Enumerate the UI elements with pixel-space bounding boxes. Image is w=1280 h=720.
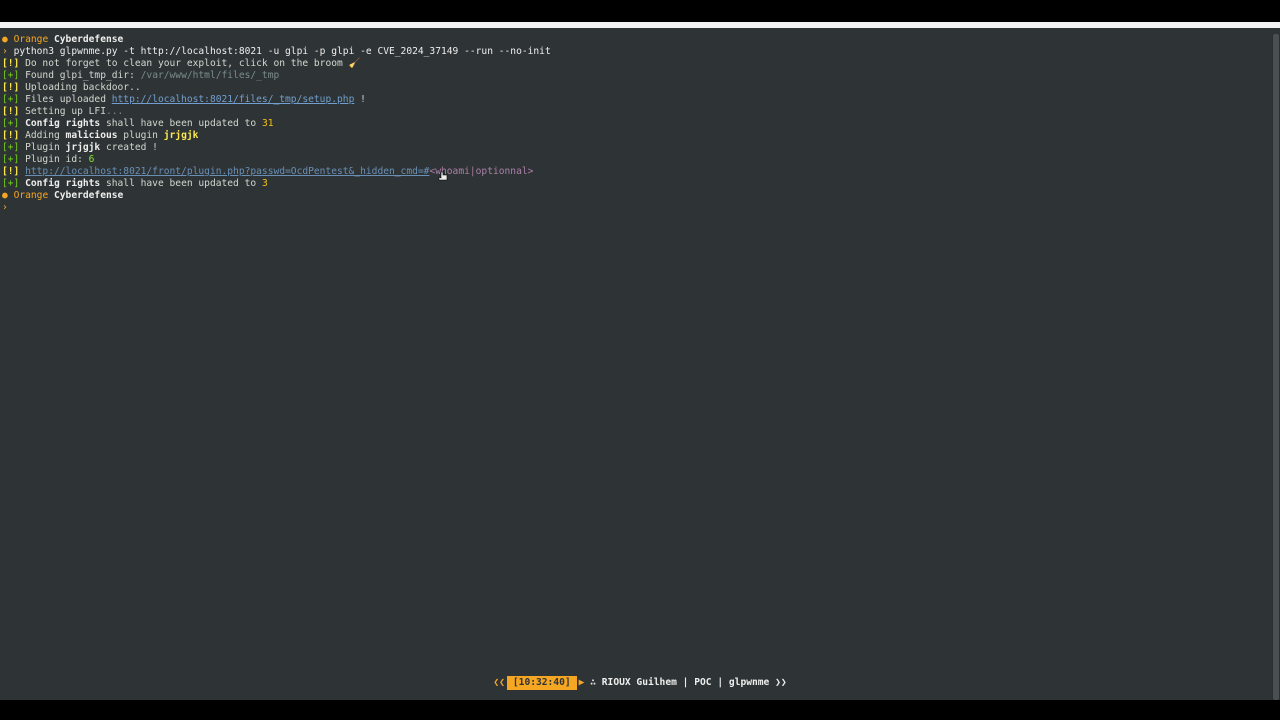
- input-line[interactable]: ›: [2, 202, 1270, 214]
- output-text: shall have been updated to: [100, 178, 262, 189]
- output-text: Found glpi_tmp_dir:: [25, 70, 141, 81]
- status-tool: glpwnme: [728, 677, 770, 688]
- prompt-brand: Orange: [13, 190, 49, 201]
- output-text: Files uploaded: [25, 94, 112, 105]
- prompt-arrow-icon: ›: [2, 46, 8, 57]
- output-text: Do not forget to clean your exploit, cli…: [25, 58, 349, 69]
- tmux-status-bar: ❮❮ [10:32:40] ▶ ∴ RIOUX Guilhem | POC | gl…: [0, 676, 1280, 690]
- output-text: ...: [105, 106, 124, 117]
- output-text: Plugin: [25, 142, 66, 153]
- output-text: Setting up LFI: [25, 106, 106, 117]
- output-line: [!] http://localhost:8021/front/plugin.p…: [2, 166, 1270, 178]
- output-line: [!] Uploading backdoor..: [2, 82, 1270, 94]
- status-tag: [!]: [2, 82, 20, 93]
- right-chevrons-icon: ❯❯: [775, 677, 787, 688]
- output-line: [+] Config rights shall have been update…: [2, 118, 1270, 130]
- output-line: [+] Plugin jrjgjk created !: [2, 142, 1270, 154]
- terminal-output: ● Orange Cyberdefense › python3 glpwnme.…: [2, 34, 1270, 214]
- output-text: malicious: [65, 130, 118, 141]
- window-top-bar: [0, 0, 1280, 22]
- output-line: [+] Found glpi_tmp_dir: /var/www/html/fi…: [2, 70, 1270, 82]
- status-tag: [!]: [2, 58, 20, 69]
- status-tag: [+]: [2, 178, 20, 189]
- prompt-brand: Orange: [13, 34, 49, 45]
- output-text: 3: [261, 178, 268, 189]
- output-line: [!] Setting up LFI...: [2, 106, 1270, 118]
- output-text: plugin: [117, 130, 164, 141]
- output-text: Adding: [25, 130, 66, 141]
- status-tag: [+]: [2, 154, 20, 165]
- output-line: [+] Config rights shall have been update…: [2, 178, 1270, 190]
- output-text: 🧹: [348, 58, 361, 69]
- status-tag: [+]: [2, 94, 20, 105]
- output-line: [!] Do not forget to clean your exploit,…: [2, 58, 1270, 70]
- prompt-line: ● Orange Cyberdefense: [2, 190, 1270, 202]
- output-text: Plugin id:: [25, 154, 89, 165]
- orange-icon: ●: [2, 34, 8, 45]
- status-time: [10:32:40]: [506, 676, 577, 690]
- output-line: [+] Files uploaded http://localhost:8021…: [2, 94, 1270, 106]
- user-icon: ∴: [590, 677, 596, 688]
- output-link[interactable]: http://localhost:8021/files/_tmp/setup.p…: [112, 94, 355, 105]
- command-text: python3 glpwnme.py -t http://localhost:8…: [13, 46, 551, 57]
- orange-icon: ●: [2, 190, 8, 201]
- output-text: 31: [261, 118, 274, 129]
- mouse-pointer-icon: [438, 171, 448, 181]
- status-tag: [+]: [2, 70, 20, 81]
- output-line: [!] Adding malicious plugin jrjgjk: [2, 130, 1270, 142]
- status-separator: |: [717, 677, 724, 688]
- command-line: › python3 glpwnme.py -t http://localhost…: [2, 46, 1270, 58]
- clock-tail-icon: ▶: [578, 677, 585, 688]
- output-text: /var/www/html/files/_tmp: [140, 70, 280, 81]
- left-chevrons-icon: ❮❮: [493, 677, 505, 688]
- status-tag: [!]: [2, 106, 20, 117]
- scrollbar[interactable]: [1272, 34, 1280, 700]
- output-text: jrjgjk: [65, 142, 101, 153]
- output-text: shall have been updated to: [100, 118, 262, 129]
- status-tag: [!]: [2, 130, 20, 141]
- window-bottom-bar: [0, 700, 1280, 720]
- scrollbar-thumb[interactable]: [1273, 34, 1279, 700]
- output-text: created !: [100, 142, 158, 153]
- output-text: Config rights: [25, 178, 101, 189]
- prompt-line: ● Orange Cyberdefense: [2, 34, 1270, 46]
- status-user: RIOUX Guilhem: [601, 677, 677, 688]
- output-link[interactable]: http://localhost:8021/front/plugin.php?p…: [25, 166, 429, 177]
- output-text: jrjgjk: [163, 130, 199, 141]
- status-tag: [!]: [2, 166, 20, 177]
- output-text: 6: [88, 154, 95, 165]
- output-line: [+] Plugin id: 6: [2, 154, 1270, 166]
- terminal-window[interactable]: ● Orange Cyberdefense › python3 glpwnme.…: [0, 22, 1280, 700]
- prompt-suffix: Cyberdefense: [54, 190, 124, 201]
- prompt-suffix: Cyberdefense: [54, 34, 124, 45]
- output-text: Uploading backdoor..: [25, 82, 141, 93]
- status-project: POC: [694, 677, 712, 688]
- prompt-cursor-icon: ›: [2, 202, 8, 213]
- status-tag: [+]: [2, 118, 20, 129]
- status-tag: [+]: [2, 142, 20, 153]
- output-text: !: [354, 94, 366, 105]
- output-text: Config rights: [25, 118, 101, 129]
- status-separator: |: [682, 677, 689, 688]
